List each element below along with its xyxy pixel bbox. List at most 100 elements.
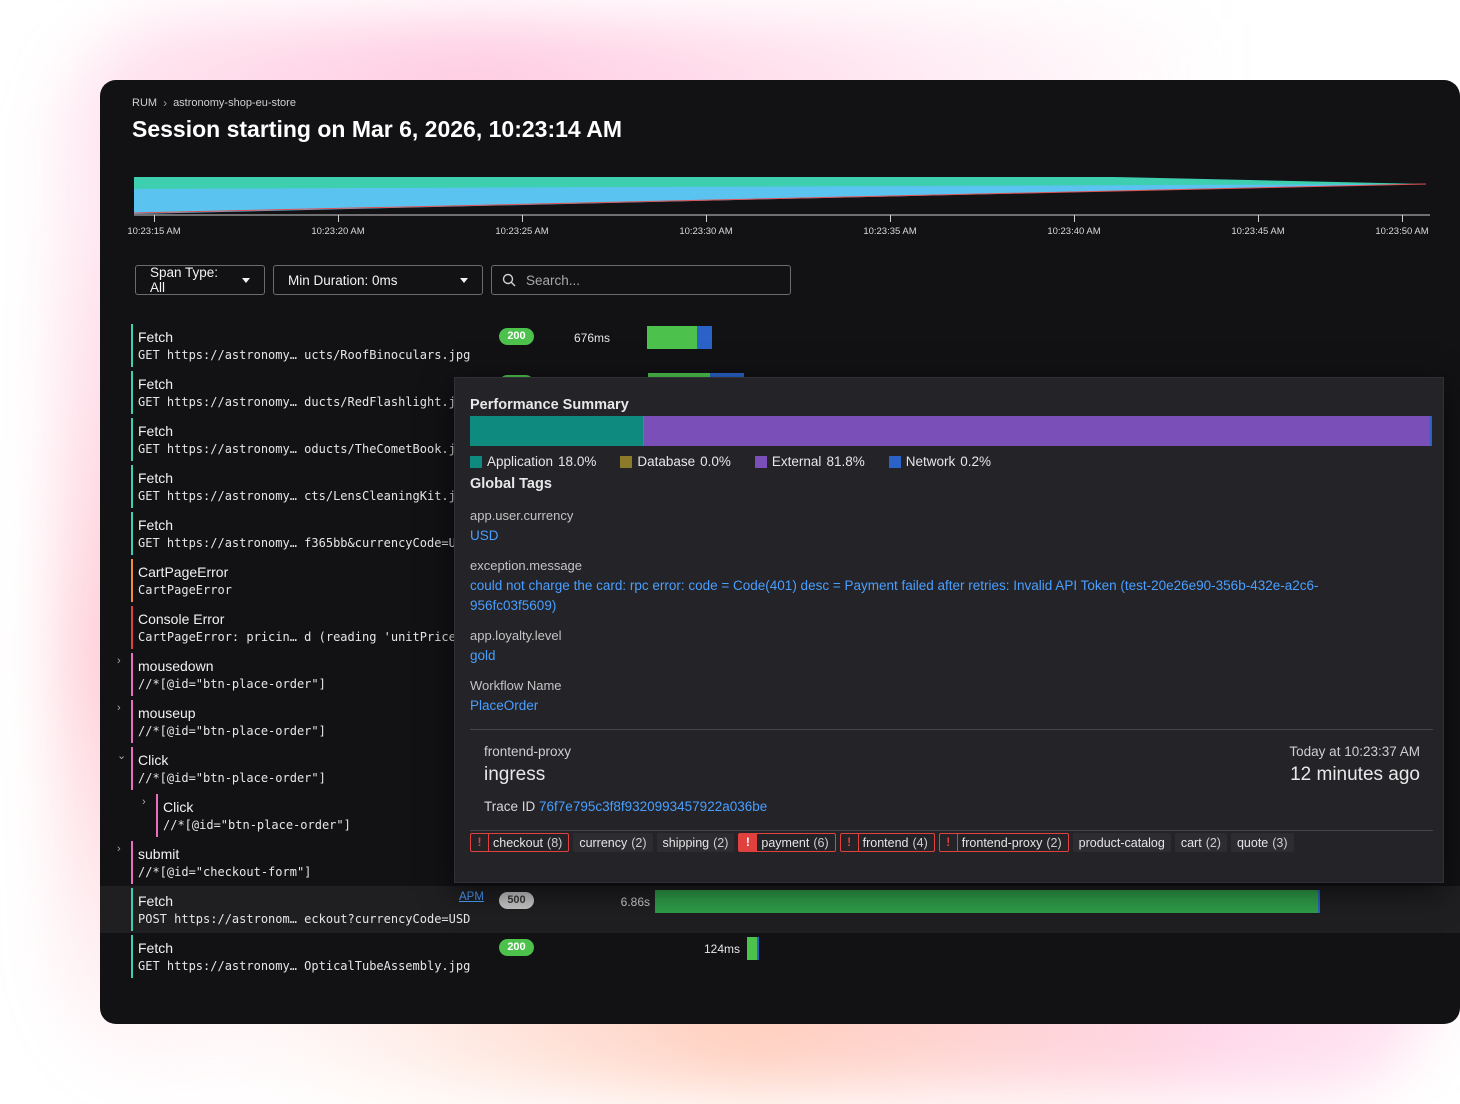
global-tags-title: Global Tags [470, 476, 552, 492]
span-detail: CartPageError: pricin… d (reading 'unitP… [138, 630, 471, 644]
performance-legend: Application 18.0% Database 0.0% External 81.8… [470, 454, 991, 469]
waterfall-bar[interactable] [647, 326, 697, 349]
performance-segment [1430, 416, 1432, 446]
waterfall-bar[interactable] [697, 326, 712, 349]
service-chip[interactable]: shipping (2) [656, 833, 735, 852]
legend-item: External 81.8% [754, 454, 865, 469]
service-chip[interactable]: currency (2) [573, 833, 653, 852]
chevron-right-icon[interactable]: › [142, 796, 146, 808]
service-chip[interactable]: ! frontend (4) [839, 833, 935, 852]
span-type-indicator [131, 606, 133, 649]
span-type-dropdown[interactable]: Span Type: All [135, 265, 265, 295]
span-type-indicator [131, 700, 133, 743]
timeline-tick-mark [1258, 215, 1259, 222]
legend-swatch [620, 455, 633, 468]
timeline-tick-label: 10:23:15 AM [127, 226, 181, 237]
legend-value: 0.0% [700, 454, 731, 469]
timestamp-absolute: Today at 10:23:37 AM [1289, 744, 1420, 759]
performance-segment [643, 416, 1430, 446]
breadcrumb-current[interactable]: astronomy-shop-eu-store [173, 97, 296, 109]
timeline-tick-label: 10:23:35 AM [863, 226, 917, 237]
service-chip[interactable]: product-catalog [1072, 833, 1171, 852]
legend-value: 81.8% [826, 454, 865, 469]
service-chip-name: cart [1180, 835, 1202, 850]
duration-label: 676ms [573, 331, 610, 345]
waterfall-bar[interactable] [757, 937, 759, 960]
waterfall-bar[interactable] [1318, 890, 1320, 913]
breadcrumb: RUM › astronomy-shop-eu-store [132, 96, 296, 110]
chevron-down-icon[interactable]: ⌄ [117, 749, 126, 762]
span-row[interactable]: Fetch GET https://astronomy… OpticalTubeA… [100, 933, 1460, 980]
span-detail: GET https://astronomy… ducts/RedFlashlig… [138, 395, 471, 409]
min-duration-dropdown[interactable]: Min Duration: 0ms [273, 265, 483, 295]
waterfall-bar[interactable] [747, 937, 757, 960]
service-chip[interactable]: ! frontend-proxy (2) [938, 833, 1069, 852]
span-row[interactable]: Fetch POST https://astronom… eckout?curre… [100, 886, 1460, 933]
performance-segment [470, 416, 643, 446]
span-type-label: Span Type: All [150, 265, 219, 295]
tag-value-link[interactable]: gold [470, 646, 1400, 666]
service-chip[interactable]: ! payment (6) [738, 833, 836, 852]
span-detail: //*[@id="btn-place-order"] [138, 677, 326, 691]
legend-swatch [888, 455, 901, 468]
span-name: mousedown [138, 658, 214, 674]
span-detail: //*[@id="checkout-form"] [138, 865, 312, 879]
service-chip-count: (2) [713, 835, 729, 850]
chevron-right-icon[interactable]: › [117, 655, 121, 667]
span-type-indicator [131, 935, 133, 978]
session-timeline[interactable]: 10:23:15 AM 10:23:20 AM 10:23:25 AM 10:23:3… [127, 174, 1430, 244]
span-name: Click [138, 752, 169, 768]
span-name: Fetch [138, 376, 174, 392]
service-chip-name: frontend-proxy [961, 835, 1043, 850]
span-name: Fetch [138, 329, 174, 345]
span-type-indicator [131, 418, 133, 461]
search-input[interactable] [524, 271, 778, 289]
service-chip-count: (3) [1272, 835, 1288, 850]
span-name: Fetch [138, 940, 174, 956]
span-kind: ingress [484, 764, 546, 785]
tag-value-link[interactable]: PlaceOrder [470, 696, 1400, 716]
legend-value: 18.0% [558, 454, 597, 469]
trace-id-link[interactable]: 76f7e795c3f8f9320993457922a036be [539, 799, 767, 814]
chevron-right-icon[interactable]: › [117, 702, 121, 714]
timeline-tick-label: 10:23:40 AM [1047, 226, 1101, 237]
span-detail: GET https://astronomy… f365bb&currencyCo… [138, 536, 471, 550]
timeline-tick-mark [154, 215, 155, 222]
status-badge: 200 [499, 328, 534, 345]
service-chip-name: product-catalog [1078, 835, 1165, 850]
service-chip-name: shipping [662, 835, 710, 850]
legend-label: Network [905, 454, 956, 469]
service-chip[interactable]: quote (3) [1230, 833, 1294, 852]
span-type-indicator [131, 841, 133, 884]
error-icon: ! [841, 834, 859, 851]
span-name: Fetch [138, 893, 174, 909]
duration-label: 124ms [703, 942, 740, 956]
search-icon [502, 273, 516, 287]
timeline-tick-mark [890, 215, 891, 222]
service-chip[interactable]: ! checkout (8) [470, 833, 570, 852]
span-name: Console Error [138, 611, 225, 627]
trace-id-row: Trace ID 76f7e795c3f8f9320993457922a036b… [484, 799, 767, 814]
page-title: Session starting on Mar 6, 2026, 10:23:1… [132, 116, 622, 142]
timeline-tick-mark [522, 215, 523, 222]
legend-item: Application 18.0% [470, 454, 596, 469]
service-chip[interactable]: cart (2) [1174, 833, 1227, 852]
service-chip-count: (6) [813, 835, 829, 850]
performance-summary-title: Performance Summary [470, 397, 629, 413]
span-detail-panel: Performance Summary Application 18.0% Data… [454, 377, 1444, 883]
span-type-indicator [131, 559, 133, 602]
service-chip-count: (4) [912, 835, 928, 850]
service-name: frontend-proxy [484, 744, 572, 759]
span-row[interactable]: Fetch GET https://astronomy… ucts/RoofBin… [100, 322, 1460, 369]
timeline-tick-label: 10:23:25 AM [495, 226, 549, 237]
timeline-tick-label: 10:23:50 AM [1375, 226, 1429, 237]
apm-link[interactable]: APM [459, 891, 484, 903]
chevron-right-icon[interactable]: › [117, 843, 121, 855]
span-detail: POST https://astronom… eckout?currencyCo… [138, 912, 471, 926]
tag-value-link[interactable]: could not charge the card: rpc error: co… [470, 576, 1400, 616]
waterfall-bar[interactable] [655, 890, 1318, 913]
span-name: Click [163, 799, 194, 815]
span-detail: GET https://astronomy… OpticalTubeAssemb… [138, 959, 471, 973]
breadcrumb-root[interactable]: RUM [132, 97, 157, 109]
tag-value-link[interactable]: USD [470, 526, 1400, 546]
